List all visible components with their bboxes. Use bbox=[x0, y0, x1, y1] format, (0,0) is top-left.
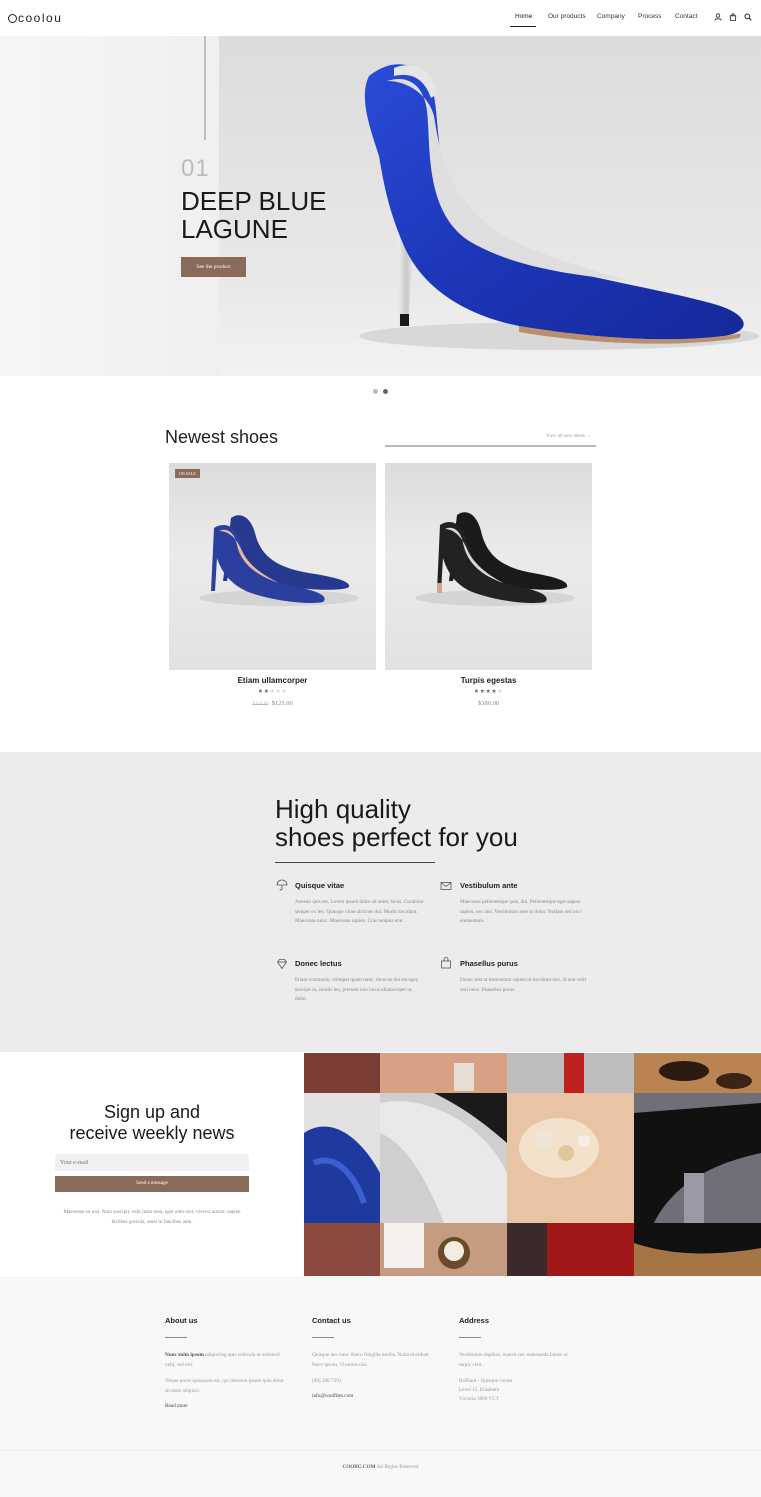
feature-title: Donec lectus bbox=[295, 959, 342, 968]
feature-text: Donec nisl at fermentum sapien id tincid… bbox=[460, 977, 587, 993]
cart-icon[interactable] bbox=[729, 13, 737, 21]
blue-pumps-image bbox=[199, 515, 359, 606]
user-icon[interactable] bbox=[714, 13, 722, 21]
newsletter-text: Maecenas eu nisl. Nam suscipit, velit ju… bbox=[63, 1209, 241, 1225]
nav-company[interactable]: Company bbox=[597, 13, 625, 20]
send-message-button[interactable]: Send a message bbox=[55, 1176, 249, 1192]
copyright-text: All Rights Reserved bbox=[376, 1464, 419, 1470]
footer-contact-divider bbox=[312, 1337, 334, 1338]
feature-text: Etiam commodo, volutpat quam nunc, rhonc… bbox=[295, 977, 419, 1002]
hero-title-line2: LAGUNE bbox=[181, 214, 288, 244]
nav-home[interactable]: Home bbox=[515, 13, 532, 20]
product-rating: ★★★★★ bbox=[257, 689, 288, 695]
footer-about-title: About us bbox=[165, 1316, 198, 1325]
view-all-underline bbox=[385, 445, 596, 447]
newsletter-title-line2: receive weekly news bbox=[69, 1123, 235, 1143]
footer-address-text: Vestibulum dapibus, mauris nec malesuada… bbox=[459, 1352, 569, 1368]
hero-vertical-line bbox=[204, 36, 206, 140]
site-header: coolou Home Our products Company Process… bbox=[0, 0, 761, 36]
footer-address-title: Address bbox=[459, 1316, 490, 1325]
newsletter-title: Sign up and receive weekly news bbox=[40, 1102, 264, 1144]
slider-dot-2[interactable] bbox=[383, 389, 388, 394]
footer-about-text: Nunc enim ipsum adipiscing quis vehicula… bbox=[165, 1351, 285, 1370]
on-sale-badge: ON SALE bbox=[175, 469, 200, 478]
footer-contact-title: Contact us bbox=[312, 1316, 351, 1325]
feature-title: Phasellus purus bbox=[460, 959, 518, 968]
old-price: $150,00 bbox=[252, 702, 269, 707]
nav-process[interactable]: Process bbox=[638, 13, 661, 20]
copyright: COOBU.COM All Rights Reserved bbox=[0, 1464, 761, 1470]
footer-contact-phone: (00) 208 7291 bbox=[312, 1378, 342, 1384]
hero-title: DEEP BLUE LAGUNE bbox=[181, 187, 381, 243]
umbrella-icon bbox=[276, 879, 288, 891]
footer-about-bold: Nunc enim ipsum bbox=[165, 1352, 204, 1358]
feature-text: Maecenas pellentesque quis, dui. Pellent… bbox=[460, 899, 581, 924]
quality-title-line1: High quality bbox=[275, 794, 411, 824]
footer-about-text2: Neque porro quisquam est, qui dolorem ip… bbox=[165, 1378, 284, 1394]
nav-contact[interactable]: Contact bbox=[675, 13, 697, 20]
nav-active-underline bbox=[510, 26, 536, 27]
logo-text: coolou bbox=[18, 11, 63, 25]
product-image[interactable]: ON SALE bbox=[169, 463, 376, 670]
copyright-brand: COOBU.COM bbox=[342, 1464, 376, 1470]
footer-contact-text: Quisque nec nunc libero fringilla mollis… bbox=[312, 1352, 429, 1368]
search-icon[interactable] bbox=[744, 13, 752, 21]
quality-title-line2: shoes perfect for you bbox=[275, 822, 518, 852]
newest-shoes-title: Newest shoes bbox=[165, 427, 279, 447]
shoe-mosaic-image bbox=[304, 1053, 761, 1276]
envelope-icon bbox=[440, 882, 452, 890]
mosaic-tiles bbox=[304, 1053, 761, 1276]
current-price: $125,00 bbox=[271, 700, 293, 707]
read-more-link[interactable]: Read more bbox=[165, 1403, 188, 1409]
email-input[interactable] bbox=[55, 1154, 249, 1171]
footer-bottom-divider bbox=[0, 1450, 761, 1451]
product-price: $380,00 bbox=[385, 700, 592, 707]
quality-title: High quality shoes perfect for you bbox=[275, 795, 575, 851]
feature-title: Quisque vitae bbox=[295, 881, 345, 890]
current-price: $380,00 bbox=[477, 700, 500, 707]
site-logo[interactable]: coolou bbox=[8, 11, 62, 25]
bag-icon bbox=[441, 957, 451, 969]
black-pumps-image bbox=[415, 512, 575, 606]
feature-text: Aenean quis est. Lorem ipsum dolor sit a… bbox=[295, 899, 424, 924]
footer-contact-email[interactable]: info@coolfiles.com bbox=[312, 1393, 353, 1399]
product-name[interactable]: Etiam ullamcorper bbox=[169, 676, 376, 685]
product-name[interactable]: Turpis egestas bbox=[385, 676, 592, 685]
footer-address-divider bbox=[459, 1337, 481, 1338]
nav-our-products[interactable]: Our products bbox=[548, 13, 586, 20]
diamond-icon bbox=[277, 959, 287, 970]
newsletter-title-line1: Sign up and bbox=[103, 1102, 201, 1122]
hero-title-line1: DEEP BLUE bbox=[181, 186, 327, 216]
logo-mark-icon bbox=[8, 14, 17, 23]
feature-title: Vestibulum ante bbox=[460, 881, 518, 890]
footer-about-divider bbox=[165, 1337, 187, 1338]
quality-divider bbox=[275, 862, 435, 863]
footer-address-line3: Victoria 3000 VCT bbox=[459, 1396, 499, 1402]
product-price: $150,00 $125,00 bbox=[169, 700, 376, 707]
slider-dot-1[interactable] bbox=[373, 389, 378, 394]
see-product-button[interactable]: See the product bbox=[181, 257, 246, 277]
product-rating: ★★★★★ bbox=[473, 689, 504, 695]
product-image[interactable] bbox=[385, 463, 592, 670]
hero-slide-number: 01 bbox=[181, 155, 210, 182]
view-all-link[interactable]: View all new shoes → bbox=[546, 434, 591, 439]
